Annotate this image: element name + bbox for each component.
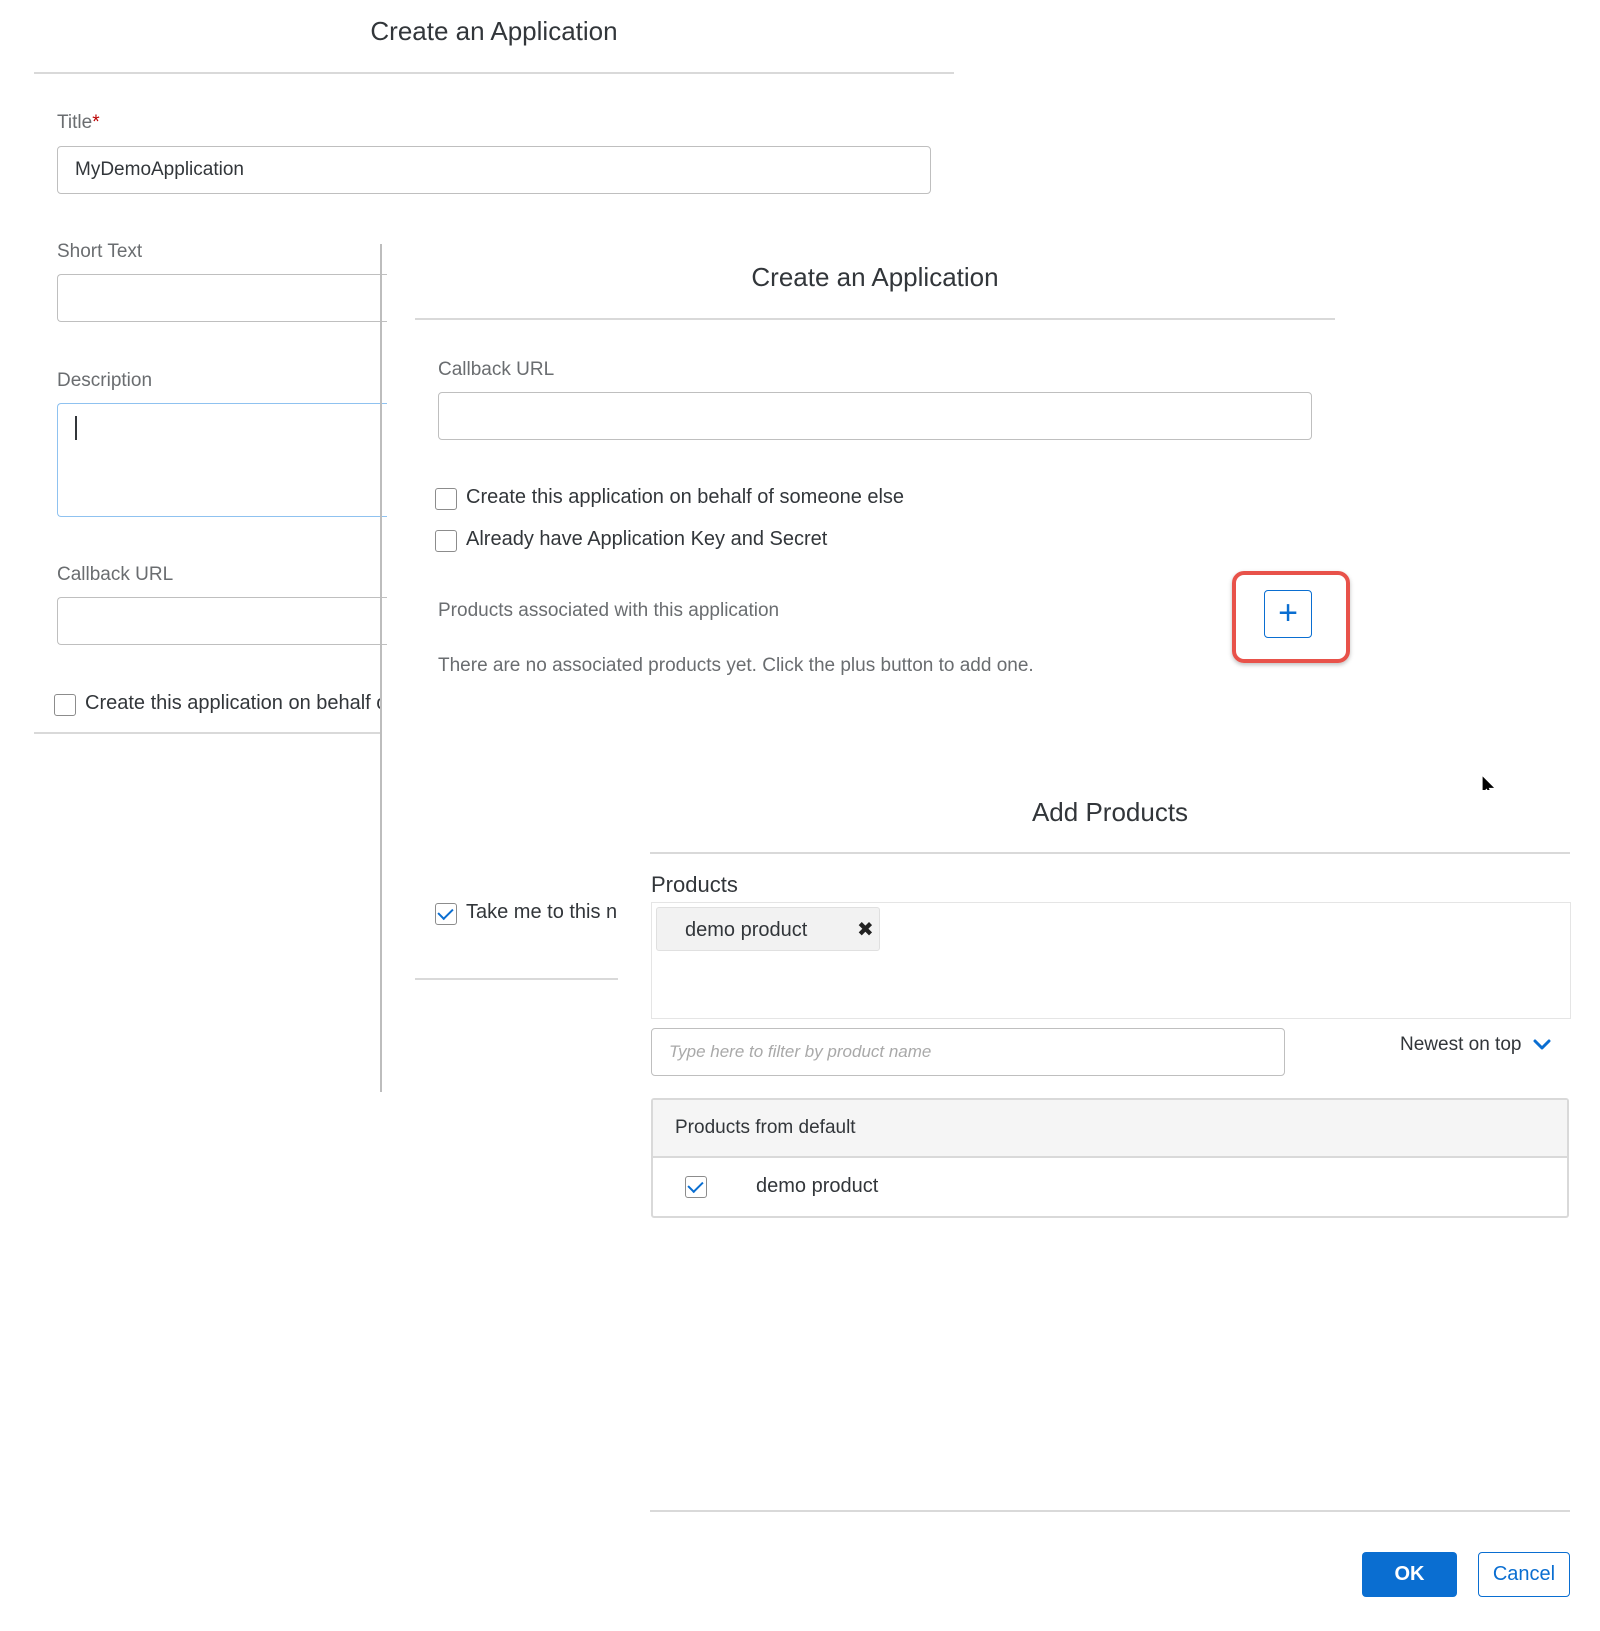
take-me-label: Take me to this new application (466, 901, 618, 923)
add-products-title: Add Products (1031, 797, 1189, 827)
selected-products-box[interactable]: demo product ✖ (651, 902, 1571, 1019)
text-cursor (75, 416, 77, 440)
add-products-divider (650, 852, 1570, 854)
mid-behalf-label: Create this application on behalf of som… (466, 486, 905, 508)
plus-icon: + (1278, 593, 1298, 632)
back-dialog-divider (34, 72, 954, 74)
product-token-label: demo product (685, 919, 808, 941)
ok-button[interactable]: OK (1362, 1552, 1457, 1597)
products-label: Products (651, 872, 738, 897)
key-secret-label: Already have Application Key and Secret (466, 528, 828, 550)
product-row-checkbox[interactable] (685, 1176, 707, 1198)
description-label: Description (57, 370, 153, 391)
take-me-checkbox[interactable] (435, 903, 457, 925)
back-dialog-footer-divider (34, 732, 382, 734)
required-marker: * (92, 112, 100, 133)
short-text-label: Short Text (57, 241, 143, 262)
mid-dialog-title: Create an Application (751, 262, 999, 292)
title-label-text: Title (57, 112, 93, 133)
mid-callback-url-input[interactable] (438, 392, 1312, 440)
key-secret-checkbox[interactable] (435, 530, 457, 552)
checkmark-icon (437, 903, 454, 921)
mid-dialog-footer-divider (415, 978, 618, 980)
short-text-input[interactable] (57, 274, 387, 322)
mid-callback-url-label: Callback URL (438, 359, 555, 380)
checkmark-icon (687, 1176, 704, 1194)
sort-dropdown[interactable]: Newest on top (1400, 1034, 1551, 1056)
product-row[interactable]: demo product (653, 1158, 1567, 1216)
associated-products-label: Products associated with this applicatio… (438, 600, 780, 621)
remove-token-icon[interactable]: ✖ (857, 917, 874, 942)
product-row-label: demo product (756, 1175, 879, 1197)
back-callback-url-label: Callback URL (57, 564, 174, 585)
title-input[interactable]: MyDemoApplication (57, 146, 931, 194)
product-filter-input[interactable]: Type here to filter by product name (651, 1028, 1285, 1076)
product-list: Products from default demo product (651, 1098, 1569, 1218)
product-filter-placeholder: Type here to filter by product name (669, 1042, 932, 1061)
title-label: Title* (57, 112, 100, 134)
mid-dialog-divider (415, 318, 1335, 320)
chevron-down-icon (1533, 1039, 1551, 1050)
description-textarea[interactable] (57, 403, 387, 517)
add-product-button[interactable]: + (1264, 590, 1312, 638)
mid-dialog-left-edge (380, 244, 382, 1092)
back-dialog-title: Create an Application (370, 16, 618, 46)
cancel-button[interactable]: Cancel (1478, 1552, 1570, 1597)
product-group-header-label: Products from default (675, 1117, 856, 1138)
back-behalf-checkbox[interactable] (54, 694, 76, 716)
back-behalf-label-clip: Create this application on behalf of som… (85, 692, 381, 720)
back-behalf-label: Create this application on behalf of som… (85, 692, 381, 714)
no-products-text: There are no associated products yet. Cl… (438, 655, 1034, 676)
product-group-header: Products from default (653, 1100, 1567, 1158)
take-me-label-clip: Take me to this new application (466, 901, 618, 929)
product-token: demo product ✖ (656, 907, 880, 951)
add-products-footer-divider (650, 1510, 1570, 1512)
title-input-value: MyDemoApplication (75, 159, 244, 180)
sort-dropdown-label: Newest on top (1400, 1034, 1522, 1055)
back-callback-url-input[interactable] (57, 597, 387, 645)
mid-behalf-checkbox[interactable] (435, 488, 457, 510)
